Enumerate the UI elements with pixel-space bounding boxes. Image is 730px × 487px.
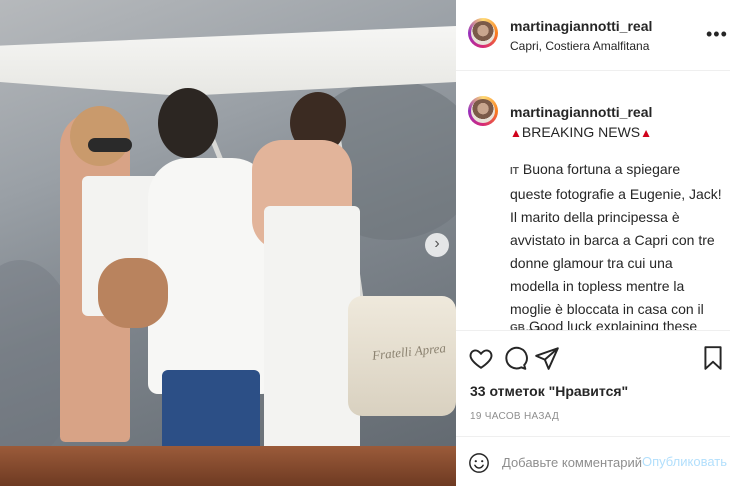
caption-headline: BREAKING NEWS xyxy=(521,124,641,140)
comment-icon[interactable] xyxy=(502,345,528,371)
rotating-light-icon: ▲ xyxy=(510,126,522,140)
smiley-icon[interactable] xyxy=(468,452,490,474)
header-username[interactable]: martinagiannotti_real xyxy=(510,18,652,34)
caption-italian-text: Buona fortuna a spiegare queste fotograf… xyxy=(510,161,722,330)
caption-italian: IT Buona fortuna a spiegare queste fotogr… xyxy=(510,158,722,330)
post-photo[interactable]: Fratelli Aprea › xyxy=(0,0,456,486)
post-actions: 33 отметок "Нравится" 19 ЧАСОВ НАЗАД xyxy=(456,330,730,437)
post-timestamp[interactable]: 19 ЧАСОВ НАЗАД xyxy=(470,411,559,422)
caption-area: martinagiannotti_real ▲BREAKING NEWS▲ IT… xyxy=(456,70,730,330)
towel xyxy=(264,206,360,466)
paper-plane-icon[interactable] xyxy=(534,345,560,371)
publish-button[interactable]: Опубликовать xyxy=(642,454,727,469)
flag-it-label: IT xyxy=(510,166,519,177)
comment-input[interactable] xyxy=(502,452,642,472)
comment-bar: Опубликовать xyxy=(456,436,730,487)
caption-english: GB Good luck explaining these xyxy=(510,316,722,330)
post-location[interactable]: Capri, Costiera Amalfitana xyxy=(510,39,649,53)
more-horizontal-icon[interactable]: ••• xyxy=(706,24,728,45)
heart-icon[interactable] xyxy=(468,345,494,371)
person-head xyxy=(70,106,130,166)
arm xyxy=(98,258,168,328)
boat-hull xyxy=(0,446,456,486)
person-head xyxy=(158,88,218,158)
instagram-post-view: Fratelli Aprea › martinagiannotti_real C… xyxy=(0,0,730,486)
chevron-right-icon[interactable]: › xyxy=(425,233,449,257)
likes-count[interactable]: 33 отметок "Нравится" xyxy=(470,383,628,399)
avatar[interactable] xyxy=(468,96,498,126)
caption-header: martinagiannotti_real ▲BREAKING NEWS▲ xyxy=(510,102,720,143)
caption-username[interactable]: martinagiannotti_real xyxy=(510,104,652,120)
sunglasses xyxy=(88,138,132,152)
post-header: martinagiannotti_real Capri, Costiera Am… xyxy=(456,0,730,71)
post-sidebar: martinagiannotti_real Capri, Costiera Am… xyxy=(456,0,730,486)
bookmark-icon[interactable] xyxy=(700,345,726,371)
avatar[interactable] xyxy=(468,18,498,48)
flag-gb-label: GB xyxy=(510,323,525,330)
caption-english-text: Good luck explaining these xyxy=(529,318,698,330)
rotating-light-icon: ▲ xyxy=(640,126,653,140)
